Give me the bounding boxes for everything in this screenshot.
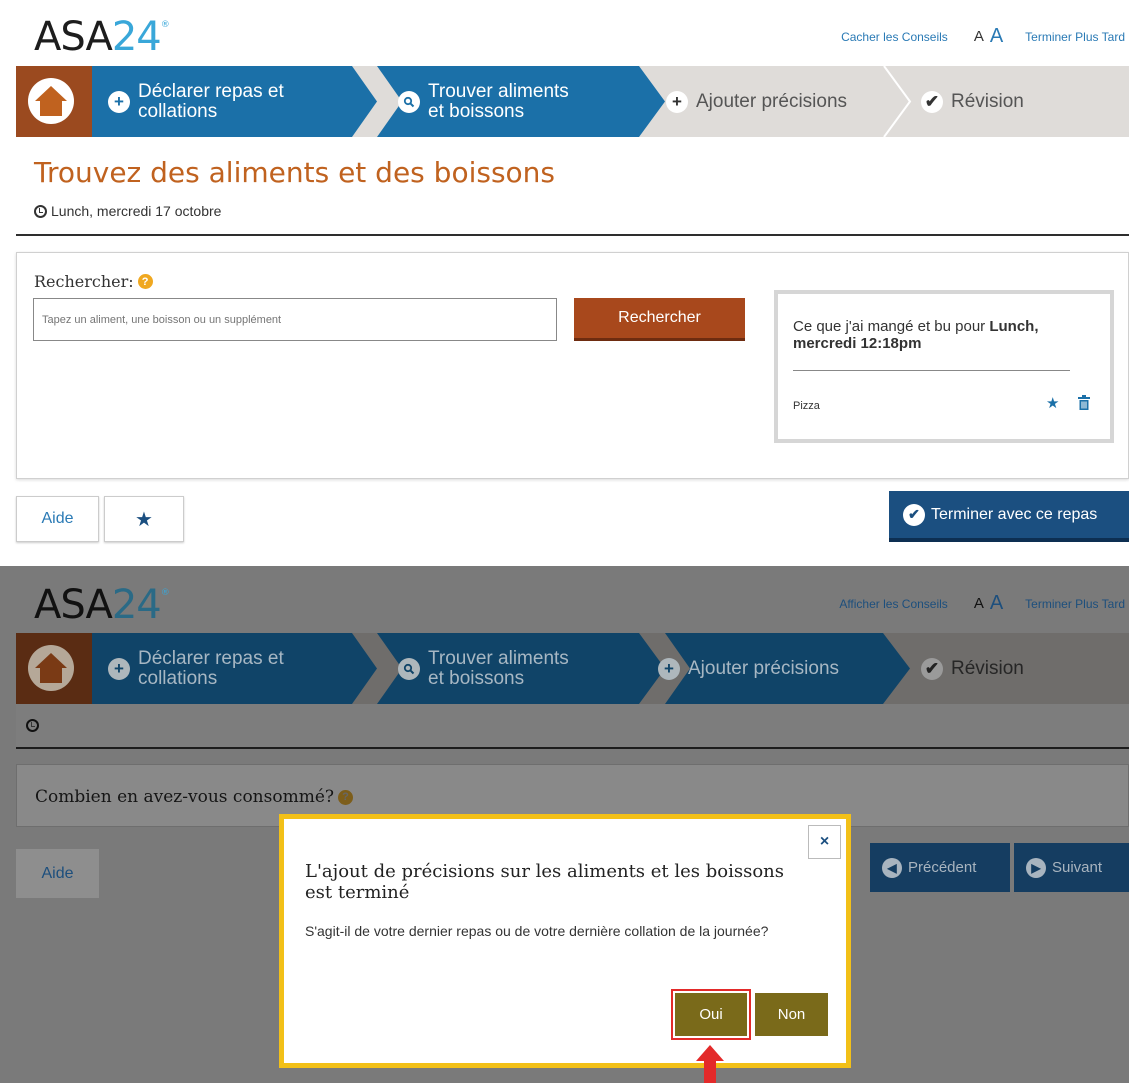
help-button[interactable]: Aide xyxy=(16,496,99,542)
trash-icon[interactable] xyxy=(1078,395,1090,410)
font-small-button[interactable]: A xyxy=(974,28,984,45)
step-find-foods[interactable]: Trouver aliments et boissons xyxy=(398,66,569,137)
food-item[interactable]: Pizza xyxy=(793,400,820,412)
home-button[interactable] xyxy=(16,66,92,137)
home-icon xyxy=(35,86,67,116)
screenshot-find-foods: ASA24® Cacher les Conseils A A Terminer … xyxy=(0,0,1129,556)
search-label: Rechercher: ? xyxy=(34,272,153,291)
meal-info: Lunch, mercredi 17 octobre xyxy=(34,203,221,219)
eaten-summary: Ce que j'ai mangé et bu pour Lunch, merc… xyxy=(774,290,1114,443)
progress-nav: + Déclarer repas et collations Trouver al… xyxy=(16,66,1129,137)
step-declare-meals[interactable]: + Déclarer repas et collations xyxy=(108,66,284,137)
asa24-logo: ASA24® xyxy=(34,582,170,628)
page-title: Trouvez des aliments et des boissons xyxy=(34,156,555,189)
step-add-details[interactable]: + Ajouter précisions xyxy=(666,66,847,137)
check-icon: ✔ xyxy=(903,503,925,526)
finish-meal-button[interactable]: ✔ Terminer avec ce repas xyxy=(889,491,1129,542)
top-links: Cacher les Conseils A A Terminer Plus Ta… xyxy=(841,25,1125,48)
clock-icon xyxy=(34,204,47,218)
help-question-icon[interactable]: ? xyxy=(137,274,153,289)
show-tips-link[interactable]: Afficher les Conseils xyxy=(839,597,948,611)
asa24-logo: ASA24® xyxy=(34,14,170,60)
hide-tips-link[interactable]: Cacher les Conseils xyxy=(841,30,948,44)
check-icon: ✔ xyxy=(921,90,943,113)
step-review[interactable]: ✔ Révision xyxy=(921,66,1024,137)
search-button[interactable]: Rechercher xyxy=(574,298,745,341)
top-links: Afficher les Conseils A A Terminer Plus … xyxy=(839,592,1125,615)
plus-icon: + xyxy=(108,90,130,113)
search-input[interactable] xyxy=(33,298,557,341)
screenshot-details-done: ASA24® Afficher les Conseils A A Termine… xyxy=(0,566,1129,1083)
step-separator xyxy=(883,66,912,137)
font-large-button[interactable]: A xyxy=(990,592,1003,615)
eaten-heading: Ce que j'ai mangé et bu pour Lunch, merc… xyxy=(793,318,1039,352)
search-icon xyxy=(398,90,420,113)
plus-icon: + xyxy=(666,90,688,113)
favorite-star-icon[interactable]: ★ xyxy=(1046,394,1059,412)
font-large-button[interactable]: A xyxy=(990,25,1003,48)
font-small-button[interactable]: A xyxy=(974,595,984,612)
favorites-button[interactable]: ★ xyxy=(104,496,184,542)
divider xyxy=(793,370,1070,371)
finish-later-link[interactable]: Terminer Plus Tard xyxy=(1025,30,1125,44)
finish-later-link[interactable]: Terminer Plus Tard xyxy=(1025,597,1125,611)
divider xyxy=(16,234,1129,236)
